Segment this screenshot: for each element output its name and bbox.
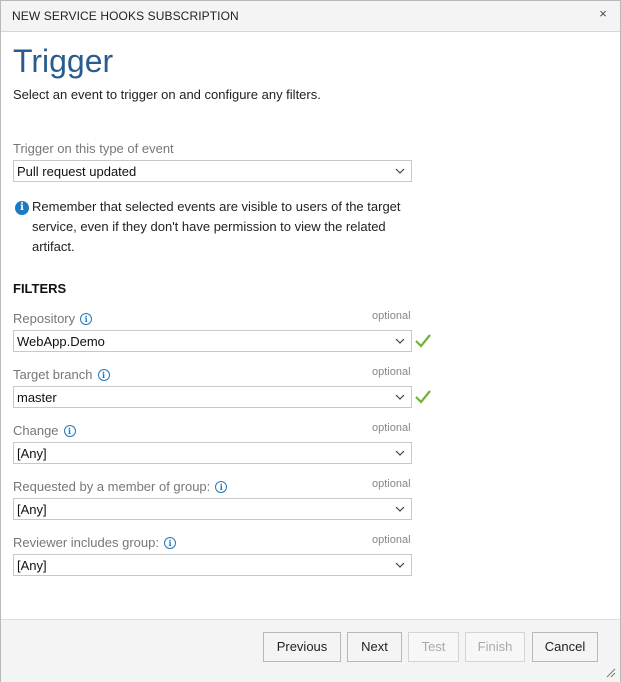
filter-label-target-branch: Target branch i	[13, 367, 110, 382]
dialog-title: NEW SERVICE HOOKS SUBSCRIPTION	[12, 9, 239, 23]
service-hooks-dialog: NEW SERVICE HOOKS SUBSCRIPTION × Trigger…	[0, 0, 621, 682]
optional-label: optional	[372, 366, 411, 378]
filter-label-text: Target branch	[13, 367, 93, 382]
filter-label-requested-by: Requested by a member of group: i	[13, 479, 228, 494]
change-select[interactable]: [Any]	[13, 442, 412, 464]
event-type-label: Trigger on this type of event	[13, 141, 174, 156]
test-button[interactable]: Test	[408, 632, 459, 662]
chevron-down-icon	[395, 506, 405, 512]
previous-button[interactable]: Previous	[263, 632, 341, 662]
resize-grip-icon[interactable]	[606, 668, 616, 678]
page-subtitle: Select an event to trigger on and config…	[13, 87, 321, 102]
chevron-down-icon	[395, 562, 405, 568]
cancel-button[interactable]: Cancel	[532, 632, 598, 662]
filter-label-text: Repository	[13, 311, 76, 326]
info-icon: i	[15, 201, 29, 215]
filter-label-change: Change i	[13, 423, 76, 438]
info-icon[interactable]: i	[80, 313, 93, 325]
chevron-down-icon	[395, 394, 405, 400]
repository-value: WebApp.Demo	[17, 334, 105, 349]
filter-label-text: Requested by a member of group:	[13, 479, 211, 494]
checkmark-icon	[415, 390, 431, 404]
info-icon[interactable]: i	[97, 369, 110, 381]
reviewer-group-select[interactable]: [Any]	[13, 554, 412, 576]
filter-label-text: Reviewer includes group:	[13, 535, 159, 550]
info-icon[interactable]: i	[63, 425, 76, 437]
finish-button[interactable]: Finish	[465, 632, 525, 662]
filter-label-reviewer-group: Reviewer includes group: i	[13, 535, 176, 550]
close-icon[interactable]: ×	[595, 6, 611, 22]
checkmark-icon	[415, 334, 431, 348]
chevron-down-icon	[395, 338, 405, 344]
filters-heading: FILTERS	[13, 281, 67, 296]
change-value: [Any]	[17, 446, 47, 461]
page-title: Trigger	[13, 43, 114, 79]
chevron-down-icon	[395, 450, 405, 456]
optional-label: optional	[372, 478, 411, 490]
optional-label: optional	[372, 534, 411, 546]
dialog-footer: Previous Next Test Finish Cancel	[1, 619, 620, 682]
optional-label: optional	[372, 310, 411, 322]
info-icon[interactable]: i	[163, 537, 176, 549]
reviewer-group-value: [Any]	[17, 558, 47, 573]
visibility-notice: Remember that selected events are visibl…	[32, 199, 401, 254]
event-type-value: Pull request updated	[17, 164, 137, 179]
target-branch-select[interactable]: master	[13, 386, 412, 408]
dialog-titlebar: NEW SERVICE HOOKS SUBSCRIPTION ×	[1, 1, 620, 32]
repository-select[interactable]: WebApp.Demo	[13, 330, 412, 352]
requested-by-group-value: [Any]	[17, 502, 47, 517]
filter-label-text: Change	[13, 423, 59, 438]
chevron-down-icon	[395, 168, 405, 174]
requested-by-group-select[interactable]: [Any]	[13, 498, 412, 520]
filter-label-repository: Repository i	[13, 311, 93, 326]
info-icon[interactable]: i	[215, 481, 228, 493]
next-button[interactable]: Next	[347, 632, 402, 662]
target-branch-value: master	[17, 390, 57, 405]
optional-label: optional	[372, 422, 411, 434]
event-type-select[interactable]: Pull request updated	[13, 160, 412, 182]
